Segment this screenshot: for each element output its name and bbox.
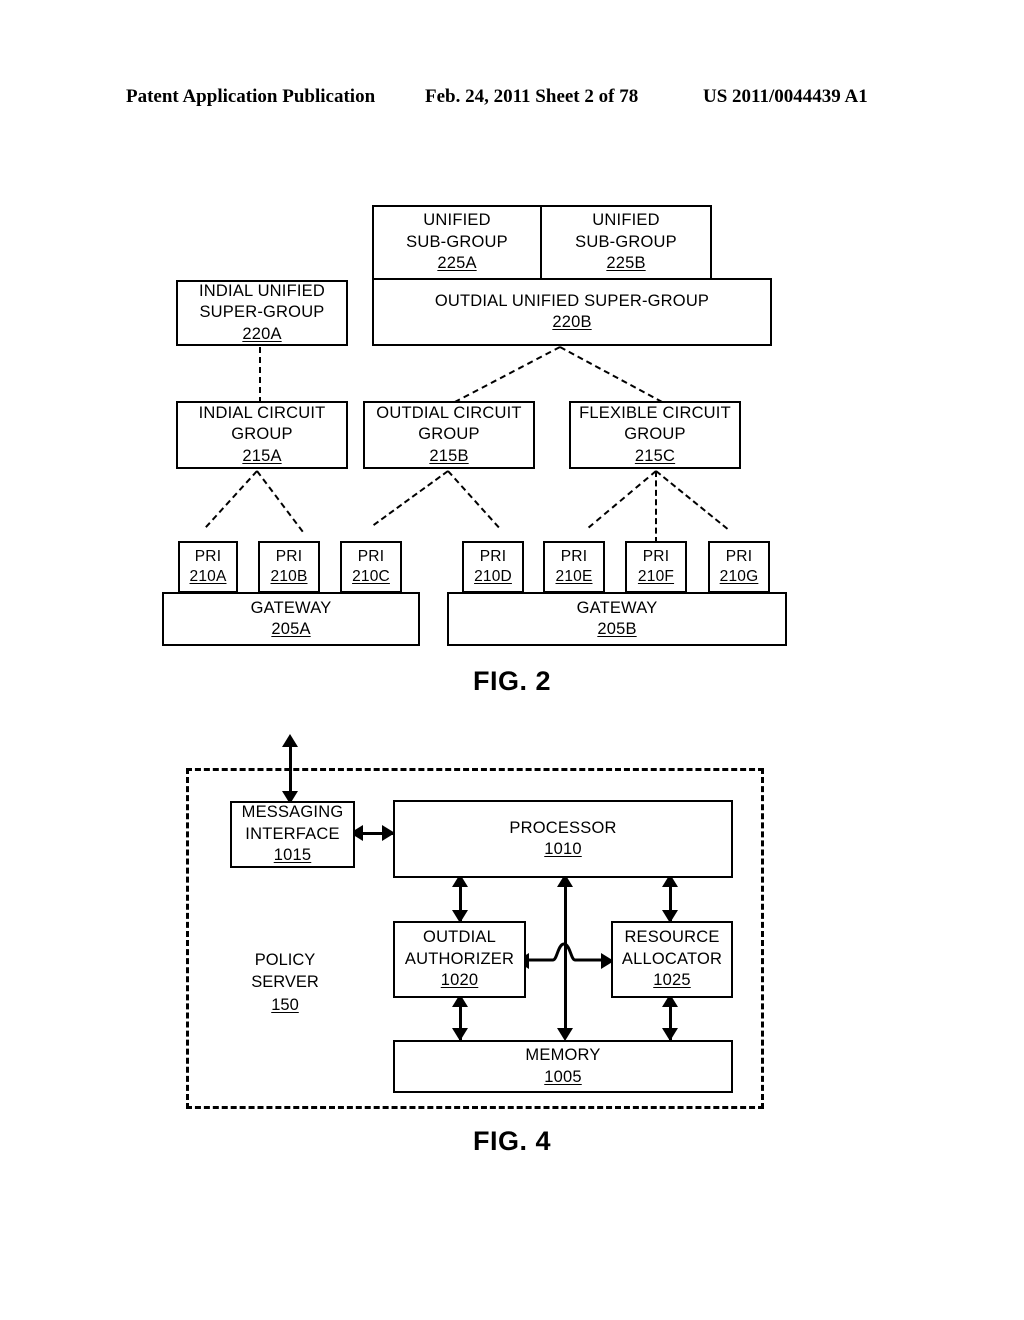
pri-210d-ref: 210D — [474, 568, 512, 585]
gateway-205b-line1: GATEWAY — [576, 598, 658, 617]
publication-date-sheet-label: Feb. 24, 2011 Sheet 2 of 78 — [425, 86, 639, 107]
connector-220A-215A — [259, 347, 261, 403]
connector-220B-215B — [454, 346, 561, 404]
unified-sub-group-225a-box[interactable]: UNIFIED SUB-GROUP 225A — [372, 205, 542, 280]
unified-sub-group-225a-line2: SUB-GROUP — [406, 232, 508, 251]
indial-unified-super-group-line1: INDIAL UNIFIED — [199, 281, 325, 300]
indial-circuit-group-215a-box[interactable]: INDIAL CIRCUIT GROUP 215A — [176, 401, 348, 469]
unified-sub-group-225a-ref: 225A — [437, 254, 477, 273]
policy-server-ref: 150 — [271, 995, 299, 1014]
connector-215B-210C — [372, 470, 449, 526]
outdial-circuit-group-ref: 215B — [429, 446, 469, 465]
connector-215C-210E — [587, 470, 657, 529]
outdial-circuit-group-line2: GROUP — [418, 425, 480, 444]
pri-210a-ref: 210A — [189, 568, 227, 585]
flexible-circuit-group-line1: FLEXIBLE CIRCUIT — [579, 403, 731, 422]
pri-210b-ref: 210B — [270, 568, 308, 585]
messaging-interface-line1: MESSAGING — [241, 803, 344, 822]
memory-1005-box[interactable]: MEMORY 1005 — [393, 1040, 733, 1093]
unified-sub-group-225b-ref: 225B — [606, 254, 646, 273]
outdial-circuit-group-215b-box[interactable]: OUTDIAL CIRCUIT GROUP 215B — [363, 401, 535, 469]
pri-210d-box[interactable]: PRI 210D — [462, 541, 524, 593]
pri-210c-box[interactable]: PRI 210C — [340, 541, 402, 593]
resource-allocator-1025-box[interactable]: RESOURCE ALLOCATOR 1025 — [611, 921, 733, 998]
external-link-arrowhead-up — [282, 734, 298, 747]
connector-215C-210F — [655, 471, 657, 543]
memory-line1: MEMORY — [525, 1046, 601, 1065]
policy-server-line1: POLICY — [254, 951, 316, 969]
pri-210f-ref: 210F — [637, 568, 675, 585]
messaging-interface-ref: 1015 — [273, 846, 312, 865]
outdial-unified-super-group-ref: 220B — [552, 313, 592, 331]
gateway-205a-line1: GATEWAY — [250, 598, 332, 617]
resource-allocator-ref: 1025 — [653, 971, 691, 990]
messaging-interface-1015-box[interactable]: MESSAGING INTERFACE 1015 — [230, 801, 355, 868]
pri-210d-line1: PRI — [479, 547, 507, 565]
pri-210b-line1: PRI — [275, 547, 303, 565]
outdial-circuit-group-line1: OUTDIAL CIRCUIT — [376, 403, 522, 422]
processor-ref: 1010 — [544, 840, 582, 858]
publication-type-label: Patent Application Publication — [126, 86, 376, 107]
pri-210b-box[interactable]: PRI 210B — [258, 541, 320, 593]
outdial-resource-connector — [520, 942, 610, 962]
page-header: Patent Application Publication Feb. 24, … — [0, 86, 1024, 114]
gateway-205b-ref: 205B — [597, 620, 637, 638]
flexible-circuit-group-215c-box[interactable]: FLEXIBLE CIRCUIT GROUP 215C — [569, 401, 741, 469]
pri-210a-box[interactable]: PRI 210A — [178, 541, 238, 593]
connector-220B-215C — [559, 346, 663, 403]
unified-sub-group-225b-line2: SUB-GROUP — [575, 232, 677, 251]
pri-210c-ref: 210C — [352, 568, 390, 585]
gateway-205b-box[interactable]: GATEWAY 205B — [447, 592, 787, 646]
pri-210e-ref: 210E — [555, 568, 593, 585]
figure-4-caption: FIG. 4 — [472, 1126, 551, 1156]
outdial-authorizer-ref: 1020 — [440, 971, 479, 990]
pri-210e-box[interactable]: PRI 210E — [543, 541, 605, 593]
indial-circuit-group-line2: GROUP — [231, 425, 293, 444]
flexible-circuit-group-ref: 215C — [634, 446, 676, 465]
outdial-unified-super-group-220b-box[interactable]: OUTDIAL UNIFIED SUPER-GROUP 220B — [372, 278, 772, 346]
messaging-interface-line2: INTERFACE — [245, 824, 340, 843]
connector-215A-210A — [205, 470, 258, 528]
publication-number-label: US 2011/0044439 A1 — [703, 86, 868, 107]
pri-210g-line1: PRI — [725, 547, 753, 565]
processor-line1: PROCESSOR — [509, 818, 617, 837]
outdial-authorizer-line2: AUTHORIZER — [404, 949, 515, 968]
indial-unified-super-group-line2: SUPER-GROUP — [199, 303, 325, 322]
pri-210g-ref: 210G — [719, 568, 759, 585]
unified-sub-group-225a-line1: UNIFIED — [423, 211, 491, 230]
figure-2-caption: FIG. 2 — [472, 666, 551, 696]
pri-210f-line1: PRI — [642, 547, 670, 565]
policy-server-line2: SERVER — [251, 973, 319, 992]
connector-215B-210D — [447, 470, 500, 529]
connector-215C-210G — [655, 470, 729, 530]
memory-ref: 1005 — [544, 1067, 582, 1086]
resource-allocator-line2: ALLOCATOR — [621, 949, 723, 968]
unified-sub-group-225b-line1: UNIFIED — [592, 211, 660, 230]
pri-210f-box[interactable]: PRI 210F — [625, 541, 687, 593]
indial-circuit-group-line1: INDIAL CIRCUIT — [198, 403, 326, 422]
policy-server-label: POLICY SERVER 150 — [213, 949, 357, 1016]
pri-210e-line1: PRI — [560, 547, 588, 565]
pri-210c-line1: PRI — [357, 547, 385, 565]
outdial-authorizer-1020-box[interactable]: OUTDIAL AUTHORIZER 1020 — [393, 921, 526, 998]
pri-210g-box[interactable]: PRI 210G — [708, 541, 770, 593]
outdial-unified-super-group-line1: OUTDIAL UNIFIED SUPER-GROUP — [434, 291, 710, 310]
gateway-205a-box[interactable]: GATEWAY 205A — [162, 592, 420, 646]
resource-allocator-line1: RESOURCE — [624, 928, 720, 947]
pri-210a-line1: PRI — [194, 547, 222, 565]
connector-215A-210B — [256, 470, 304, 533]
indial-unified-super-group-ref: 220A — [242, 324, 282, 343]
outdial-authorizer-line1: OUTDIAL — [423, 928, 496, 947]
flexible-circuit-group-line2: GROUP — [624, 425, 686, 444]
indial-unified-super-group-220a-box[interactable]: INDIAL UNIFIED SUPER-GROUP 220A — [176, 280, 348, 346]
gateway-205a-ref: 205A — [271, 620, 311, 638]
indial-circuit-group-ref: 215A — [242, 446, 282, 465]
processor-1010-box[interactable]: PROCESSOR 1010 — [393, 800, 733, 878]
unified-sub-group-225b-box[interactable]: UNIFIED SUB-GROUP 225B — [540, 205, 712, 280]
